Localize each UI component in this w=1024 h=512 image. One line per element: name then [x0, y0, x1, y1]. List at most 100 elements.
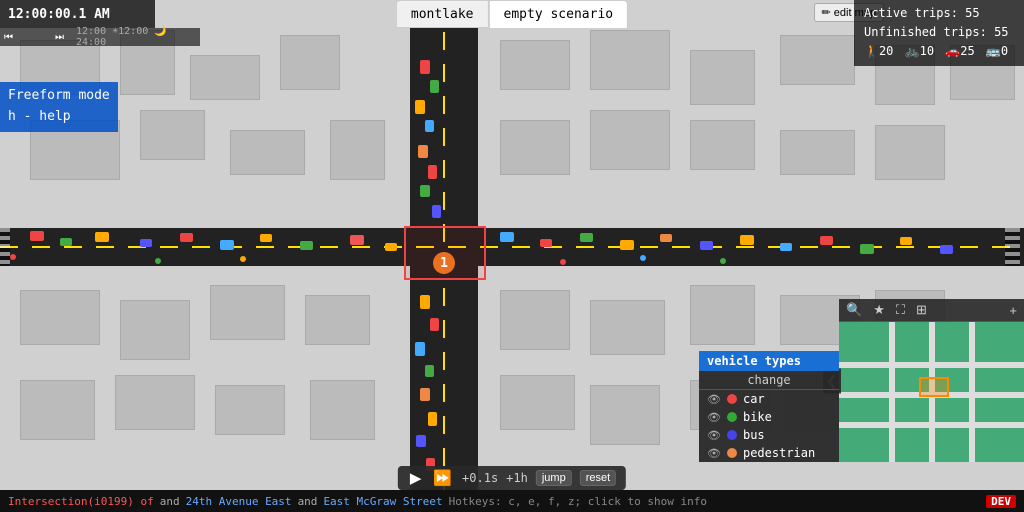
vehicle — [700, 241, 713, 250]
vehicle — [420, 388, 430, 401]
vehicle — [428, 165, 437, 179]
street1-link[interactable]: 24th Avenue East — [186, 495, 292, 508]
car-label: car — [743, 392, 765, 406]
intersection-id[interactable]: Intersection(i0199) of — [8, 495, 154, 508]
bike-label: bike — [743, 410, 772, 424]
stats-panel: Active trips: 55 Unfinished trips: 55 🚶2… — [854, 0, 1024, 66]
vehicle-type-bike[interactable]: 👁 bike — [699, 408, 839, 426]
step-label: +0.1s — [462, 471, 498, 485]
reset-button[interactable]: reset — [580, 470, 616, 486]
building — [280, 35, 340, 90]
vehicle — [425, 365, 434, 377]
playback-bar: ▶ ⏩ +0.1s +1h jump reset — [398, 466, 626, 490]
help-hint-label: h - help — [8, 107, 110, 128]
play-button[interactable]: ▶ — [408, 469, 424, 487]
tab-montlake[interactable]: montlake — [396, 0, 489, 28]
building — [140, 110, 205, 160]
minimap-star-btn[interactable]: ★ — [870, 301, 888, 319]
unfinished-trips-row: Unfinished trips: 55 — [864, 23, 1014, 42]
building — [120, 300, 190, 360]
eye-icon-car[interactable]: 👁 — [707, 393, 721, 406]
building — [590, 30, 670, 90]
minimap-zoom-btn[interactable]: 🔍 — [843, 301, 865, 319]
vehicle — [860, 244, 874, 254]
speed-icon-right: ⏭ — [55, 32, 64, 43]
active-trips-label: Active trips: — [864, 6, 958, 20]
road-edge-marker — [0, 228, 10, 266]
building — [590, 385, 660, 445]
hour-label: +1h — [506, 471, 528, 485]
vehicle — [500, 232, 514, 242]
bottom-bar: Intersection(i0199) of and 24th Avenue E… — [0, 490, 1024, 512]
active-trips-row: Active trips: 55 — [864, 4, 1014, 23]
vehicle — [430, 318, 439, 331]
minimap-expand-btn[interactable]: ⛶ — [893, 301, 908, 319]
vehicle — [580, 233, 593, 242]
bus-count: 0 — [1001, 44, 1008, 58]
building — [690, 120, 755, 170]
vehicle-dot — [560, 259, 566, 265]
building — [780, 130, 855, 175]
left-panel: Freeform mode h - help — [0, 82, 118, 132]
building — [190, 55, 260, 100]
bike-dot — [727, 412, 737, 422]
minimap-map[interactable] — [839, 322, 1024, 462]
road-edge-marker — [1005, 228, 1020, 266]
vehicle — [220, 240, 234, 250]
eye-icon-bike[interactable]: 👁 — [707, 411, 721, 424]
vehicle-types-header: vehicle types — [699, 351, 839, 371]
vehicle-type-bus[interactable]: 👁 bus — [699, 426, 839, 444]
vehicle — [30, 231, 44, 241]
jump-button[interactable]: jump — [536, 470, 572, 486]
building — [500, 40, 570, 90]
building — [20, 380, 95, 440]
vehicle — [418, 145, 428, 158]
vehicle — [60, 238, 72, 246]
building — [310, 380, 375, 440]
vehicle — [540, 239, 552, 247]
bus-label: bus — [743, 428, 765, 442]
vehicle — [260, 234, 272, 242]
vehicle — [415, 100, 425, 114]
building — [500, 120, 570, 175]
vehicle-dot — [10, 254, 16, 260]
building — [500, 290, 570, 350]
pedestrian-label: pedestrian — [743, 446, 815, 460]
speed-icon-left: ⏮ — [4, 32, 13, 43]
minimap-container: 🔍 ★ ⛶ ⊞ + ❮ — [839, 299, 1024, 462]
freeform-mode-label: Freeform mode — [8, 86, 110, 107]
vehicle-type-car[interactable]: 👁 car — [699, 390, 839, 408]
building — [215, 385, 285, 435]
time-sub: 12:00 ☀12:00 🌙24:00 — [76, 26, 196, 48]
unfinished-trips-value: 55 — [994, 25, 1008, 39]
car-count: 25 — [960, 44, 974, 58]
intersection-badge: 1 — [433, 252, 455, 274]
street2-link[interactable]: East McGraw Street — [323, 495, 442, 508]
minimap-plus-btn[interactable]: + — [1006, 302, 1020, 319]
vehicle — [900, 237, 912, 245]
eye-icon-pedestrian[interactable]: 👁 — [707, 447, 721, 460]
vehicle-dot — [155, 258, 161, 264]
minimap-highlight — [919, 377, 949, 397]
car-dot — [727, 394, 737, 404]
building — [330, 120, 385, 180]
eye-icon-bus[interactable]: 👁 — [707, 429, 721, 442]
building — [590, 110, 670, 170]
vehicle — [660, 234, 672, 242]
vehicle — [420, 185, 430, 197]
mm-road-v1 — [889, 322, 895, 462]
vehicle-type-pedestrian[interactable]: 👁 pedestrian — [699, 444, 839, 462]
fast-forward-button[interactable]: ⏩ — [431, 469, 454, 487]
vehicle — [420, 295, 430, 309]
speed-bar: ⏮ ⏭ 12:00 ☀12:00 🌙24:00 — [0, 28, 200, 46]
tab-empty-scenario[interactable]: empty scenario — [489, 0, 629, 28]
minimap-layer-btn[interactable]: ⊞ — [913, 301, 930, 319]
vehicle-types-change[interactable]: change — [699, 371, 839, 390]
building — [690, 285, 755, 345]
vehicle — [428, 412, 437, 426]
vehicle — [420, 60, 430, 74]
vehicle — [940, 245, 953, 254]
vehicle — [620, 240, 634, 250]
building — [780, 35, 855, 85]
vehicle — [740, 235, 754, 245]
